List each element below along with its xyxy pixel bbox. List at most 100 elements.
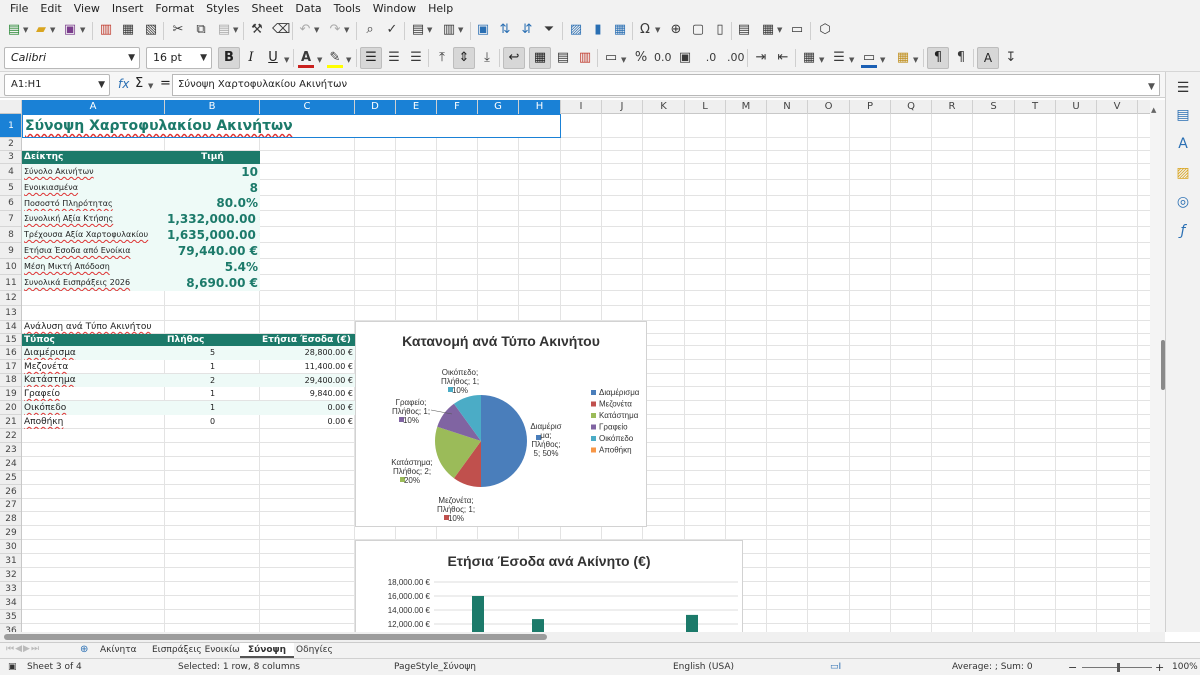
row-header-7[interactable]: 7	[0, 211, 21, 227]
align-middle-button[interactable]: ⇕	[453, 47, 475, 69]
column-header-f[interactable]: F	[437, 100, 478, 114]
special-character-icon[interactable]: Ω	[637, 22, 653, 38]
functions-icon[interactable]: ƒ	[1175, 223, 1191, 239]
analysis-income-cell[interactable]: 0.00 €	[260, 401, 355, 415]
analysis-header-income[interactable]: Ετήσια Έσοδα (€)	[260, 334, 355, 346]
row-header-18[interactable]: 18	[0, 374, 21, 387]
analysis-header-type[interactable]: Τύπος	[22, 334, 165, 346]
status-zoom[interactable]: 100%	[1172, 662, 1198, 672]
row-header-11[interactable]: 11	[0, 275, 21, 291]
selection-mode-icon[interactable]: ▭I	[830, 662, 841, 672]
analysis-type-cell[interactable]: Διαμέρισμα	[22, 346, 165, 360]
menu-sheet[interactable]: Sheet	[246, 2, 290, 15]
row-header-3[interactable]: 3	[0, 151, 21, 164]
zoom-out-icon[interactable]: −	[1068, 661, 1077, 674]
border-color-icon[interactable]: ▭	[861, 50, 877, 68]
zoom-slider-handle[interactable]	[1117, 663, 1120, 672]
sum-icon[interactable]: Σ	[135, 76, 143, 91]
delete-decimal-icon[interactable]: .00	[727, 50, 745, 66]
analysis-type-cell[interactable]: Μεζονέτα	[22, 360, 165, 374]
row-header-27[interactable]: 27	[0, 499, 21, 512]
column-header-u[interactable]: U	[1056, 100, 1097, 114]
align-top-icon[interactable]: ⤒	[434, 50, 450, 66]
insert-chart-icon[interactable]: ▮	[590, 22, 606, 38]
scroll-up-icon[interactable]: ▲	[1151, 106, 1156, 114]
column-header-d[interactable]: D	[355, 100, 396, 114]
row-header-31[interactable]: 31	[0, 554, 21, 568]
borders-icon[interactable]: ▦	[801, 50, 817, 66]
row-header-12[interactable]: 12	[0, 291, 21, 306]
zoom-in-icon[interactable]: +	[1155, 661, 1164, 674]
row-header-6[interactable]: 6	[0, 196, 21, 211]
increase-indent-icon[interactable]: ⇥	[753, 50, 769, 66]
kpi-value-cell[interactable]: 80.0%	[165, 196, 260, 211]
underline-button[interactable]: U	[262, 47, 284, 69]
highlight-dropdown-icon[interactable]: ▼	[346, 56, 351, 64]
tab-synopsi[interactable]: Σύνοψη	[240, 643, 295, 658]
kpi-header-label[interactable]: Δείκτης	[22, 151, 165, 164]
row-header-26[interactable]: 26	[0, 485, 21, 499]
merge-center-button[interactable]: ▦	[529, 47, 551, 69]
underline-dropdown-icon[interactable]: ▼	[284, 56, 289, 64]
kpi-header-value[interactable]: Τιμή	[165, 151, 260, 164]
status-page-style[interactable]: PageStyle_Σύνοψη	[394, 662, 476, 672]
kpi-label-cell[interactable]: Ενοικιασμένα	[22, 180, 165, 196]
special-character-dropdown-icon[interactable]: ▼	[655, 26, 660, 34]
column-icon[interactable]: ▥	[441, 22, 457, 38]
analysis-count-cell[interactable]: 1	[165, 401, 260, 415]
vertical-scrollbar[interactable]: ▲	[1150, 100, 1165, 632]
italic-button[interactable]: I	[240, 47, 262, 69]
spreadsheet-grid[interactable]: Σύνοψη Χαρτοφυλακίου Ακινήτων Δείκτης Τι…	[22, 114, 1150, 634]
column-header-k[interactable]: K	[643, 100, 685, 114]
header-footer-icon[interactable]: ▯	[712, 22, 728, 38]
analysis-type-cell[interactable]: Αποθήκη	[22, 415, 165, 429]
menu-file[interactable]: File	[4, 2, 34, 15]
export-pdf-icon[interactable]: ▥	[98, 22, 114, 38]
sheet-title-cell[interactable]: Σύνοψη Χαρτοφυλακίου Ακινήτων	[22, 114, 561, 138]
column-dropdown-icon[interactable]: ▼	[458, 26, 463, 34]
show-draw-functions-icon[interactable]: ⬡	[817, 22, 833, 38]
menu-styles[interactable]: Styles	[200, 2, 245, 15]
right-to-left-icon[interactable]: ¶	[953, 50, 969, 66]
toggle-formula-icon[interactable]: ▣	[475, 22, 491, 38]
column-header-i[interactable]: I	[561, 100, 602, 114]
row-header-8[interactable]: 8	[0, 227, 21, 243]
column-header-h[interactable]: H	[519, 100, 561, 114]
analysis-type-cell[interactable]: Γραφείο	[22, 387, 165, 401]
analysis-type-cell[interactable]: Οικόπεδο	[22, 401, 165, 415]
row-header-5[interactable]: 5	[0, 180, 21, 196]
column-header-t[interactable]: T	[1015, 100, 1056, 114]
row-header-22[interactable]: 22	[0, 429, 21, 443]
paste-icon[interactable]: ▤	[216, 22, 232, 38]
comment-icon[interactable]: ▢	[690, 22, 706, 38]
row-header-23[interactable]: 23	[0, 443, 21, 457]
analysis-income-cell[interactable]: 29,400.00 €	[260, 374, 355, 387]
column-header-c[interactable]: C	[260, 100, 355, 114]
menu-view[interactable]: View	[68, 2, 106, 15]
analysis-count-cell[interactable]: 1	[165, 387, 260, 401]
analysis-count-cell[interactable]: 1	[165, 360, 260, 374]
kpi-value-cell[interactable]: 8	[165, 180, 260, 196]
horizontal-scrollbar[interactable]	[0, 632, 1165, 642]
kpi-label-cell[interactable]: Τρέχουσα Αξία Χαρτοφυλακίου	[22, 227, 165, 243]
column-header-r[interactable]: R	[932, 100, 973, 114]
currency-format-icon[interactable]: ▭	[603, 50, 619, 66]
function-wizard-icon[interactable]: fx	[118, 77, 129, 91]
row-header-17[interactable]: 17	[0, 360, 21, 374]
font-name-combo[interactable]: Calibri ▼	[4, 47, 140, 69]
highlight-color-icon[interactable]: ✎	[327, 50, 343, 68]
cut-icon[interactable]: ✂	[170, 22, 186, 38]
formula-equals-icon[interactable]: =	[160, 76, 171, 91]
analysis-income-cell[interactable]: 9,840.00 €	[260, 387, 355, 401]
decrease-indent-icon[interactable]: ⇤	[775, 50, 791, 66]
wrap-text-button[interactable]: ↩	[503, 47, 525, 69]
column-header-q[interactable]: Q	[891, 100, 932, 114]
column-header-o[interactable]: O	[808, 100, 850, 114]
borders-dropdown-icon[interactable]: ▼	[819, 56, 824, 64]
find-replace-icon[interactable]: ⌕	[362, 22, 378, 38]
kpi-label-cell[interactable]: Μέση Μικτή Απόδοση	[22, 259, 165, 275]
unmerge-cells-icon[interactable]: ▥	[577, 50, 593, 66]
percent-format-icon[interactable]: %	[633, 50, 649, 66]
select-all-corner[interactable]	[0, 100, 22, 114]
sort-ascending-icon[interactable]: ⇅	[497, 22, 513, 38]
